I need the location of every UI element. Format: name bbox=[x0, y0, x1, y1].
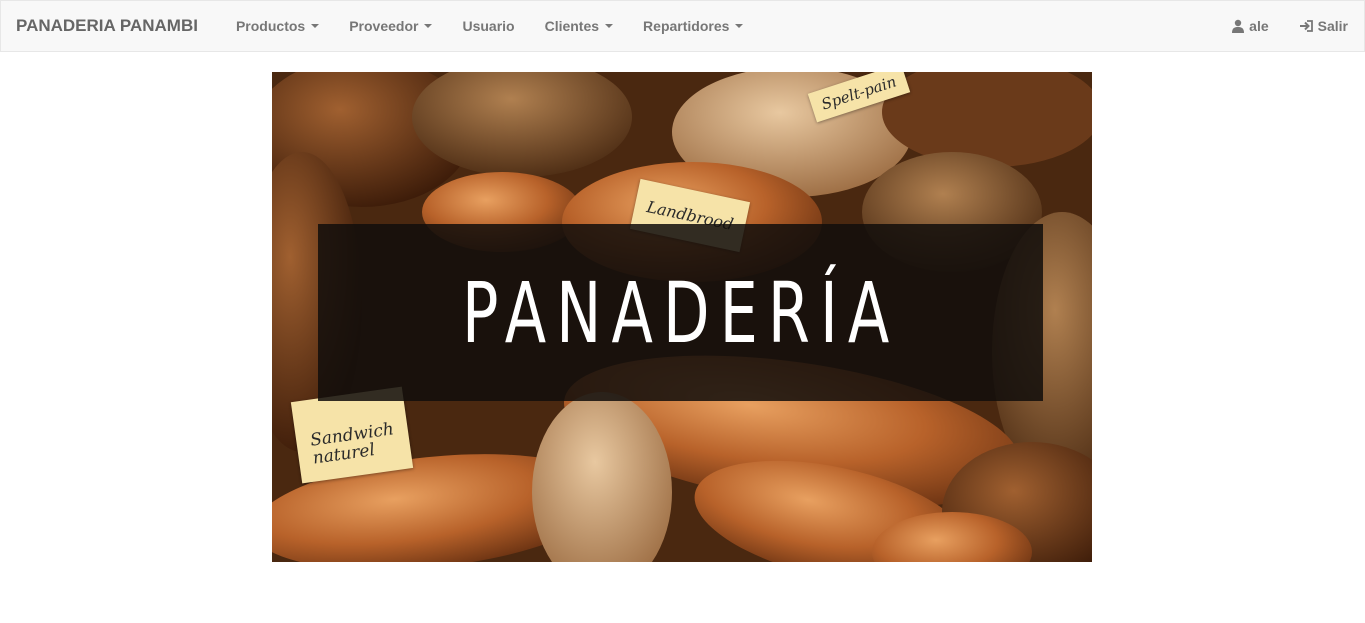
chevron-down-icon bbox=[424, 24, 433, 28]
user-menu[interactable]: ale bbox=[1231, 1, 1284, 51]
menu-repartidores[interactable]: Repartidores bbox=[628, 1, 758, 51]
menu-productos-label: Productos bbox=[235, 18, 306, 34]
menu-proveedor[interactable]: Proveedor bbox=[334, 1, 447, 51]
sign-in-icon bbox=[1299, 19, 1314, 33]
menu-usuario-label: Usuario bbox=[462, 18, 515, 34]
menu-clientes-label: Clientes bbox=[544, 18, 600, 34]
hero-banner: PANADERÍA bbox=[318, 224, 1043, 401]
navbar: PANADERIA PANAMBI Productos Proveedor Us… bbox=[0, 0, 1365, 52]
menu-proveedor-label: Proveedor bbox=[349, 18, 419, 34]
label-sandwich: Sandwich naturel bbox=[290, 386, 414, 484]
user-name: ale bbox=[1249, 18, 1269, 34]
hero-title: PANADERÍA bbox=[461, 263, 900, 362]
menu-clientes[interactable]: Clientes bbox=[530, 1, 628, 51]
navbar-right: ale Salir bbox=[1217, 1, 1364, 51]
chevron-down-icon bbox=[605, 24, 614, 28]
menu-productos[interactable]: Productos bbox=[221, 1, 334, 51]
logout-button[interactable]: Salir bbox=[1299, 1, 1364, 51]
chevron-down-icon bbox=[311, 24, 320, 28]
logout-label: Salir bbox=[1317, 18, 1348, 34]
menu-repartidores-label: Repartidores bbox=[643, 18, 730, 34]
menu-usuario[interactable]: Usuario bbox=[447, 1, 529, 51]
brand-link[interactable]: PANADERIA PANAMBI bbox=[1, 16, 213, 36]
hero-image: Spelt-pain Landbrood Sandwich naturel PA… bbox=[272, 72, 1092, 562]
chevron-down-icon bbox=[735, 24, 744, 28]
user-icon bbox=[1231, 19, 1245, 33]
